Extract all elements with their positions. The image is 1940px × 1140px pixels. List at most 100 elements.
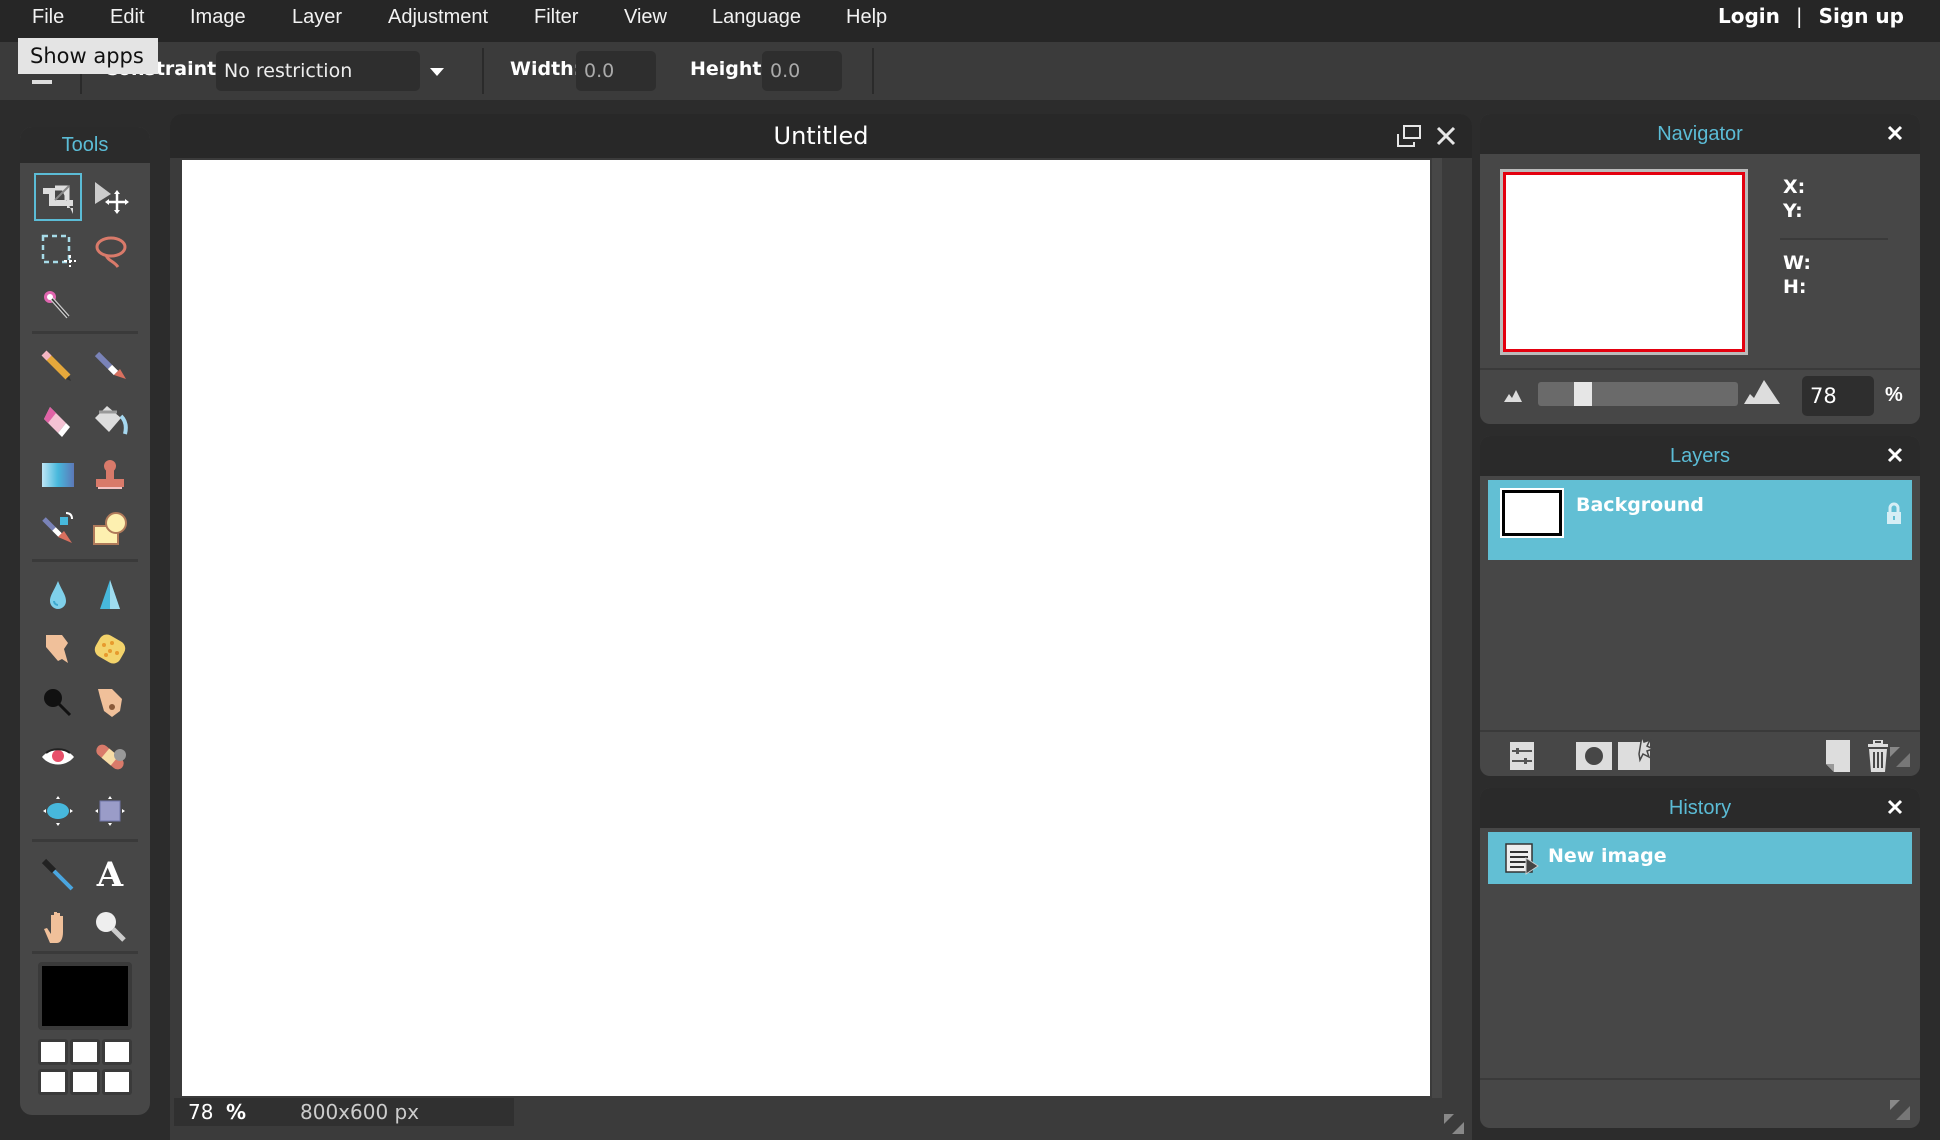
menu-file[interactable]: File xyxy=(32,0,64,34)
color-swatch[interactable] xyxy=(102,1069,132,1095)
tool-dodge[interactable] xyxy=(86,679,134,727)
zoom-input[interactable]: 78 xyxy=(1802,376,1874,416)
paint-bucket-icon xyxy=(95,406,128,435)
tool-pencil[interactable] xyxy=(34,343,82,391)
color-swatch[interactable] xyxy=(102,1039,132,1065)
type-icon: A xyxy=(96,855,124,895)
tool-marquee[interactable] xyxy=(34,227,82,275)
hand-icon xyxy=(44,912,63,943)
chevron-down-icon[interactable] xyxy=(430,68,444,76)
tool-hand[interactable] xyxy=(34,903,82,951)
width-input[interactable]: 0.0 xyxy=(576,51,656,91)
menu-edit[interactable]: Edit xyxy=(110,0,144,34)
navigator-preview[interactable] xyxy=(1500,169,1748,355)
tool-sharpen[interactable] xyxy=(86,571,134,619)
close-icon[interactable] xyxy=(1886,798,1904,816)
tool-eraser[interactable] xyxy=(34,397,82,445)
close-document-button[interactable] xyxy=(1436,126,1456,151)
menu-view[interactable]: View xyxy=(624,0,667,34)
history-title-text: History xyxy=(1668,797,1732,819)
eraser-icon xyxy=(44,407,70,437)
menu-image[interactable]: Image xyxy=(190,0,246,34)
resize-grip-icon[interactable] xyxy=(1890,747,1910,767)
lock-icon[interactable] xyxy=(1886,502,1902,524)
layer-effects-icon[interactable] xyxy=(1618,736,1654,770)
smudge-finger-icon xyxy=(46,635,68,663)
tool-clone-stamp[interactable] xyxy=(86,451,134,499)
history-footer-divider xyxy=(1480,1078,1920,1080)
foreground-color xyxy=(42,966,128,1026)
color-swatch[interactable] xyxy=(70,1039,100,1065)
navigator-panel: Navigator X: Y: W: H: 78 % xyxy=(1480,114,1920,424)
color-swatch[interactable] xyxy=(38,1039,68,1065)
tool-move[interactable] xyxy=(86,173,134,221)
bloat-icon xyxy=(43,796,73,826)
tool-burn[interactable] xyxy=(34,679,82,727)
navigator-viewport-frame[interactable] xyxy=(1503,172,1745,352)
burn-icon xyxy=(44,689,72,717)
menu-help[interactable]: Help xyxy=(846,0,887,34)
tool-spot-heal[interactable] xyxy=(86,733,134,781)
layer-item[interactable]: Background xyxy=(1488,480,1912,560)
restore-window-button[interactable] xyxy=(1396,124,1422,153)
tool-pinch[interactable] xyxy=(86,787,134,835)
nav-x-label: X: xyxy=(1783,176,1806,198)
eyedropper-icon xyxy=(41,858,74,891)
close-icon[interactable] xyxy=(1886,124,1904,142)
tool-red-eye[interactable] xyxy=(34,733,82,781)
constraint-select[interactable]: No restriction xyxy=(216,51,420,91)
pinch-icon xyxy=(95,796,125,826)
tool-bloat[interactable] xyxy=(34,787,82,835)
login-link[interactable]: Login xyxy=(1718,4,1780,28)
zoom-out-mountain-icon[interactable] xyxy=(1502,388,1524,402)
trash-icon[interactable] xyxy=(1866,740,1890,772)
sponge-icon xyxy=(94,634,126,664)
vertical-scrollbar[interactable] xyxy=(1432,158,1442,1098)
tool-sponge[interactable] xyxy=(86,625,134,673)
tool-brush[interactable] xyxy=(86,343,134,391)
status-zoom-value[interactable]: 78 xyxy=(188,1098,213,1126)
tool-lasso[interactable] xyxy=(86,227,134,275)
menu-layer[interactable]: Layer xyxy=(292,0,342,34)
tool-shape[interactable] xyxy=(86,505,134,553)
history-item[interactable]: New image xyxy=(1488,832,1912,884)
menu-language[interactable]: Language xyxy=(712,0,801,34)
shape-icon xyxy=(93,512,127,545)
layer-mask-icon[interactable] xyxy=(1576,742,1612,770)
tool-crop[interactable] xyxy=(34,173,82,221)
restore-window-icon xyxy=(1397,125,1421,147)
tool-blur[interactable] xyxy=(34,571,82,619)
tool-magic-wand[interactable] xyxy=(34,281,82,329)
layer-thumbnail xyxy=(1500,488,1564,538)
tool-color-picker[interactable] xyxy=(34,851,82,899)
document-window: Untitled 78 % 800x600 px xyxy=(170,114,1472,1140)
close-icon[interactable] xyxy=(1886,446,1904,464)
color-swatch[interactable] xyxy=(70,1069,100,1095)
resize-handle[interactable] xyxy=(1442,1112,1466,1136)
layers-footer-divider xyxy=(1480,730,1920,732)
tool-smudge[interactable] xyxy=(34,625,82,673)
zoom-in-mountain-icon[interactable] xyxy=(1744,380,1782,404)
foreground-color-swatch[interactable] xyxy=(38,962,132,1030)
tool-color-replace[interactable] xyxy=(34,505,82,553)
tool-group-divider xyxy=(32,839,138,842)
zoom-slider-thumb[interactable] xyxy=(1574,382,1592,406)
resize-grip-icon[interactable] xyxy=(1890,1100,1910,1120)
tool-gradient[interactable] xyxy=(34,451,82,499)
zoom-slider[interactable] xyxy=(1538,382,1738,406)
tool-paint-bucket[interactable] xyxy=(86,397,134,445)
nav-y-label: Y: xyxy=(1783,200,1803,222)
menu-filter[interactable]: Filter xyxy=(534,0,578,34)
signup-link[interactable]: Sign up xyxy=(1819,4,1904,28)
new-layer-icon[interactable] xyxy=(1824,740,1850,772)
tool-type[interactable]: A xyxy=(86,851,134,899)
nav-w-label: W: xyxy=(1783,252,1811,274)
color-swatch[interactable] xyxy=(38,1069,68,1095)
width-label: Width: xyxy=(510,58,582,80)
toolbar-divider xyxy=(482,48,484,94)
image-canvas[interactable] xyxy=(182,160,1430,1096)
tool-zoom[interactable] xyxy=(86,903,134,951)
height-input[interactable]: 0.0 xyxy=(762,51,842,91)
layer-settings-icon[interactable] xyxy=(1510,742,1534,770)
menu-adjustment[interactable]: Adjustment xyxy=(388,0,488,34)
